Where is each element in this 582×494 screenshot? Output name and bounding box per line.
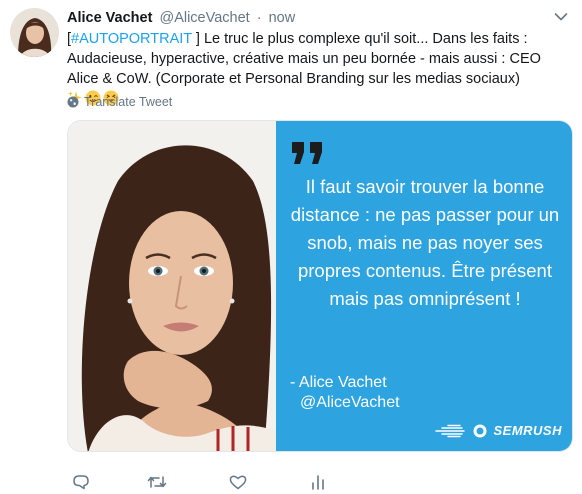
author-name[interactable]: Alice Vachet [67,10,152,26]
brand-logo: SEMRUSH [434,423,562,438]
tweet-header: Alice Vachet @AliceVachet · now [67,9,295,27]
analytics-icon [312,475,324,490]
fireball-icon [435,424,487,437]
tweet-media-image[interactable]: Il faut savoir trouver la bonne distance… [67,120,573,452]
quote-mark-icon [292,142,322,164]
analytics-button[interactable] [308,472,328,492]
author-handle[interactable]: @AliceVachet [159,10,249,26]
retweet-button[interactable] [147,472,167,492]
quote-author: - Alice Vachet [290,374,387,391]
like-icon [229,475,247,490]
separator-dot: · [256,10,262,26]
timestamp[interactable]: now [269,10,296,26]
globe-icon [67,96,79,108]
chevron-down-icon[interactable] [554,12,568,22]
translate-label: Translate Tweet [84,95,173,109]
reply-button[interactable] [71,472,91,492]
retweet-icon [147,476,167,488]
quote-author-handle: @AliceVachet [300,394,400,411]
tweet: Alice Vachet @AliceVachet · now [#AUTOPO… [0,0,582,494]
translate-tweet-link[interactable]: Translate Tweet [67,95,172,109]
tweet-actions [67,470,367,494]
reply-icon [73,475,89,490]
quote-panel: Il faut savoir trouver la bonne distance… [276,121,572,451]
hashtag-link[interactable]: #AUTOPORTRAIT [71,31,192,47]
avatar[interactable] [10,8,59,57]
like-button[interactable] [228,472,248,492]
brand-name: SEMRUSH [493,423,562,438]
quote-text: Il faut savoir trouver la bonne distance… [290,176,560,309]
portrait-photo [68,121,276,451]
